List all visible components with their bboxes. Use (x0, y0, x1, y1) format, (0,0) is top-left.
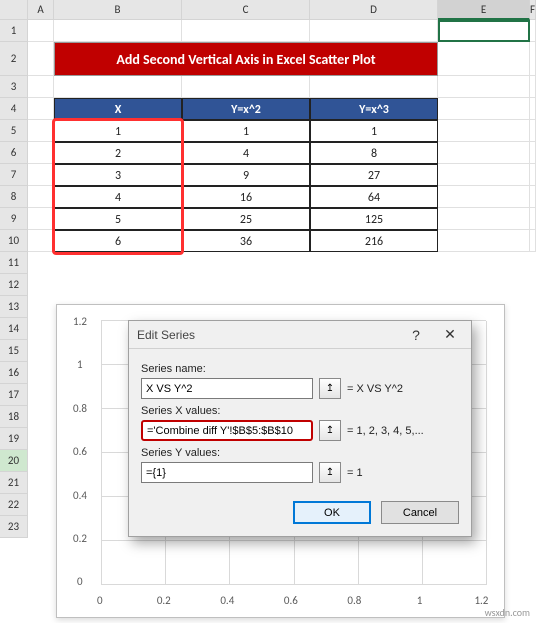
series-x-result: = 1, 2, 3, 4, 5,... (347, 425, 459, 437)
col-A[interactable]: A (28, 0, 54, 20)
series-y-result: = 1 (347, 467, 459, 479)
series-name-label: Series name: (141, 363, 459, 375)
table-row[interactable]: 3 (54, 164, 182, 186)
row-10[interactable]: 10 (0, 230, 28, 252)
series-name-result: = X VS Y^2 (347, 383, 459, 395)
row-9[interactable]: 9 (0, 208, 28, 230)
row-1[interactable]: 1 (0, 20, 28, 42)
row-21[interactable]: 21 (0, 472, 28, 494)
col-D[interactable]: D (310, 0, 438, 20)
row-6[interactable]: 6 (0, 142, 28, 164)
col-E[interactable]: E (438, 0, 530, 20)
row-2[interactable]: 2 (0, 42, 28, 76)
row-3[interactable]: 3 (0, 76, 28, 98)
range-picker-icon[interactable]: ↥ (319, 378, 341, 399)
worksheet-grid[interactable]: A B C D E F 1 2 Add Second Vertical Axis… (0, 0, 536, 252)
series-x-input[interactable] (141, 420, 313, 441)
table-row[interactable]: 5 (54, 208, 182, 230)
range-picker-icon[interactable]: ↥ (319, 462, 341, 483)
page-title: Add Second Vertical Axis in Excel Scatte… (54, 42, 438, 76)
table-row[interactable]: 16 (182, 186, 310, 208)
col-header-X[interactable]: X (54, 98, 182, 120)
series-y-input[interactable] (141, 462, 313, 483)
range-picker-icon[interactable]: ↥ (319, 420, 341, 441)
series-y-label: Series Y values: (141, 447, 459, 459)
row-11[interactable]: 11 (0, 252, 28, 274)
table-row[interactable]: 125 (310, 208, 438, 230)
col-B[interactable]: B (54, 0, 182, 20)
row-5[interactable]: 5 (0, 120, 28, 142)
row-4[interactable]: 4 (0, 98, 28, 120)
row-17[interactable]: 17 (0, 384, 28, 406)
table-row[interactable]: 2 (54, 142, 182, 164)
row-15[interactable]: 15 (0, 340, 28, 362)
dialog-title: Edit Series (137, 328, 399, 342)
row-14[interactable]: 14 (0, 318, 28, 340)
row-13[interactable]: 13 (0, 296, 28, 318)
row-22[interactable]: 22 (0, 494, 28, 516)
cancel-button[interactable]: Cancel (381, 501, 459, 524)
series-name-input[interactable] (141, 378, 313, 399)
table-row[interactable]: 1 (310, 120, 438, 142)
row-16[interactable]: 16 (0, 362, 28, 384)
row-7[interactable]: 7 (0, 164, 28, 186)
col-header-Y2[interactable]: Y=x^2 (182, 98, 310, 120)
series-x-label: Series X values: (141, 405, 459, 417)
table-row[interactable]: 1 (182, 120, 310, 142)
help-button[interactable]: ? (399, 323, 433, 347)
close-icon[interactable]: ✕ (433, 323, 467, 347)
ok-button[interactable]: OK (293, 501, 371, 524)
row-23[interactable]: 23 (0, 516, 28, 538)
watermark: wsxdn.com (485, 606, 530, 619)
table-row[interactable]: 216 (310, 230, 438, 252)
table-row[interactable]: 1 (54, 120, 182, 142)
row-12[interactable]: 12 (0, 274, 28, 296)
table-row[interactable]: 25 (182, 208, 310, 230)
col-header-Y3[interactable]: Y=x^3 (310, 98, 438, 120)
col-F[interactable]: F (530, 0, 536, 20)
row-8[interactable]: 8 (0, 186, 28, 208)
col-C[interactable]: C (182, 0, 310, 20)
table-row[interactable]: 27 (310, 164, 438, 186)
active-cell-E1[interactable] (438, 20, 530, 42)
select-all-corner[interactable] (0, 0, 28, 20)
row-18[interactable]: 18 (0, 406, 28, 428)
table-row[interactable]: 8 (310, 142, 438, 164)
edit-series-dialog: Edit Series ? ✕ Series name: ↥ = X VS Y^… (128, 320, 472, 537)
table-row[interactable]: 9 (182, 164, 310, 186)
table-row[interactable]: 36 (182, 230, 310, 252)
table-row[interactable]: 4 (54, 186, 182, 208)
table-row[interactable]: 6 (54, 230, 182, 252)
row-20[interactable]: 20 (0, 450, 28, 472)
table-row[interactable]: 64 (310, 186, 438, 208)
row-19[interactable]: 19 (0, 428, 28, 450)
table-row[interactable]: 4 (182, 142, 310, 164)
